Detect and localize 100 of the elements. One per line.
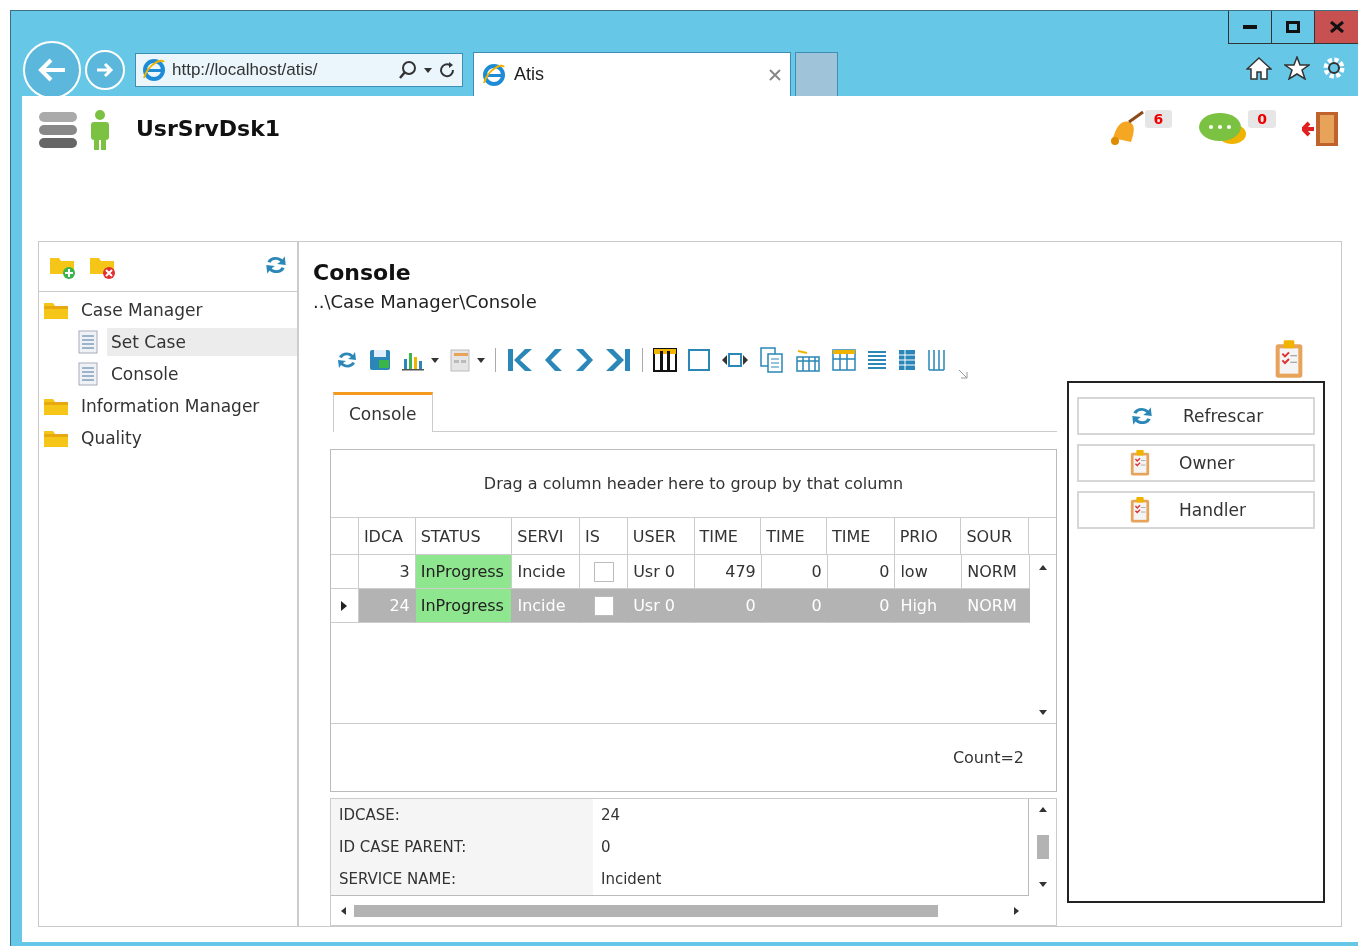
action-button[interactable]: Handler (1077, 491, 1315, 529)
document-icon (77, 330, 99, 354)
vertical-lines-icon[interactable] (927, 348, 947, 372)
folder-icon (43, 428, 69, 448)
resize-grip-icon (957, 368, 969, 380)
row-indicator[interactable] (331, 589, 359, 623)
forward-arrow-icon (95, 61, 115, 79)
clipboard-icon[interactable] (1273, 339, 1305, 379)
server-stack-icon (38, 110, 78, 150)
columns-icon[interactable] (653, 348, 677, 372)
maximize-icon (1286, 21, 1300, 33)
last-page-icon[interactable] (604, 347, 632, 373)
tab[interactable]: Console (333, 392, 433, 432)
document-icon (77, 362, 99, 386)
scroll-down-icon (1038, 882, 1047, 887)
scroll-right-icon (1014, 906, 1019, 915)
field-label: SERVICE NAME: (339, 870, 456, 888)
browser-logo-icon (142, 58, 166, 82)
star-icon[interactable] (1284, 56, 1310, 80)
table-cell: Usr 0 (628, 555, 695, 589)
table-cell: NORM (962, 555, 1030, 589)
minimize-button[interactable] (1228, 11, 1272, 44)
field-value: Incident (601, 870, 662, 888)
status-cell: InProgress (415, 555, 513, 589)
copy-icon[interactable] (759, 347, 785, 373)
search-icon (398, 60, 418, 80)
grid-icon[interactable] (897, 348, 917, 372)
dropdown-caret-icon (431, 357, 439, 363)
table-cell: 0 (761, 555, 828, 589)
close-icon[interactable] (768, 67, 782, 82)
folder-icon (43, 300, 69, 320)
report-icon[interactable] (449, 348, 471, 372)
home-icon[interactable] (1246, 56, 1272, 80)
clipboard-icon (1129, 496, 1151, 524)
scroll-thumb[interactable] (354, 904, 938, 917)
dropdown-caret-icon (477, 357, 485, 363)
first-page-icon[interactable] (506, 347, 534, 373)
tree-item[interactable]: Set Case (107, 328, 297, 356)
group-hint: Drag a column header here to group by that column (483, 474, 904, 493)
clipboard-icon (1129, 449, 1151, 477)
scroll-left-icon (341, 906, 346, 915)
field-label: ID CASE PARENT: (339, 838, 467, 856)
forward-button[interactable] (85, 50, 125, 90)
tree-item[interactable]: Console (107, 360, 297, 388)
row-count: Count=2 (952, 748, 1024, 767)
save-icon[interactable] (369, 349, 391, 371)
table-cell: NORM (962, 589, 1030, 623)
table-filter-icon[interactable] (795, 348, 821, 372)
scroll-up-icon (1038, 807, 1047, 812)
back-button[interactable] (23, 41, 81, 99)
minimize-icon (1243, 25, 1257, 29)
table-cell: low (895, 555, 963, 589)
square-icon[interactable] (687, 348, 711, 372)
user-figure-icon (88, 110, 112, 150)
folder-icon (43, 396, 69, 416)
field-value: 0 (601, 838, 611, 856)
address-bar[interactable]: http://localhost/atis/ (135, 53, 463, 87)
close-icon (1329, 21, 1344, 33)
browser-logo-icon (482, 62, 506, 87)
scroll-thumb[interactable] (1036, 835, 1049, 859)
table-cell: Incide (512, 589, 581, 623)
scroll-down-icon (1039, 710, 1047, 715)
previous-icon[interactable] (544, 347, 564, 373)
resize-arrows-icon[interactable] (721, 351, 749, 369)
dropdown-caret-icon (424, 67, 432, 73)
settings-icon[interactable] (1322, 56, 1346, 80)
field-value: 24 (601, 806, 621, 824)
action-button[interactable]: Refrescar (1077, 397, 1315, 435)
table-cell: 0 (761, 589, 828, 623)
breadcrumb: ..\Case Manager\Console (313, 291, 538, 312)
tree-item[interactable]: Information Manager (77, 392, 264, 420)
field-label: IDCASE: (339, 806, 400, 824)
scroll-up-icon (1039, 565, 1047, 570)
back-arrow-icon (37, 57, 67, 83)
table-cell: Incide (512, 555, 581, 589)
tree-item[interactable]: Quality (77, 424, 146, 452)
table-cell: 24 (358, 589, 416, 623)
table-cell: 3 (358, 555, 416, 589)
table-cell: 0 (827, 555, 896, 589)
rows-icon[interactable] (867, 348, 887, 372)
checkbox[interactable] (593, 595, 614, 616)
next-icon[interactable] (574, 347, 594, 373)
table-icon[interactable] (831, 348, 857, 372)
action-button[interactable]: Owner (1077, 444, 1315, 482)
row-pointer-icon (341, 600, 348, 611)
page-title: Console (313, 260, 412, 285)
table-cell: Usr 0 (628, 589, 695, 623)
count-badge: 6 (1144, 110, 1173, 128)
close-button[interactable] (1314, 11, 1358, 44)
app-title: UsrSrvDsk1 (136, 116, 281, 141)
tree-item[interactable]: Case Manager (77, 296, 207, 324)
table-cell: High (895, 589, 963, 623)
table-cell: 0 (827, 589, 896, 623)
table-cell: 479 (694, 555, 762, 589)
checkbox[interactable] (593, 561, 614, 582)
status-cell: InProgress (415, 589, 513, 623)
table-cell: 0 (694, 589, 762, 623)
count-badge: 0 (1248, 110, 1276, 128)
browser-tab[interactable]: Atis (473, 52, 791, 96)
reload-icon (438, 61, 456, 79)
